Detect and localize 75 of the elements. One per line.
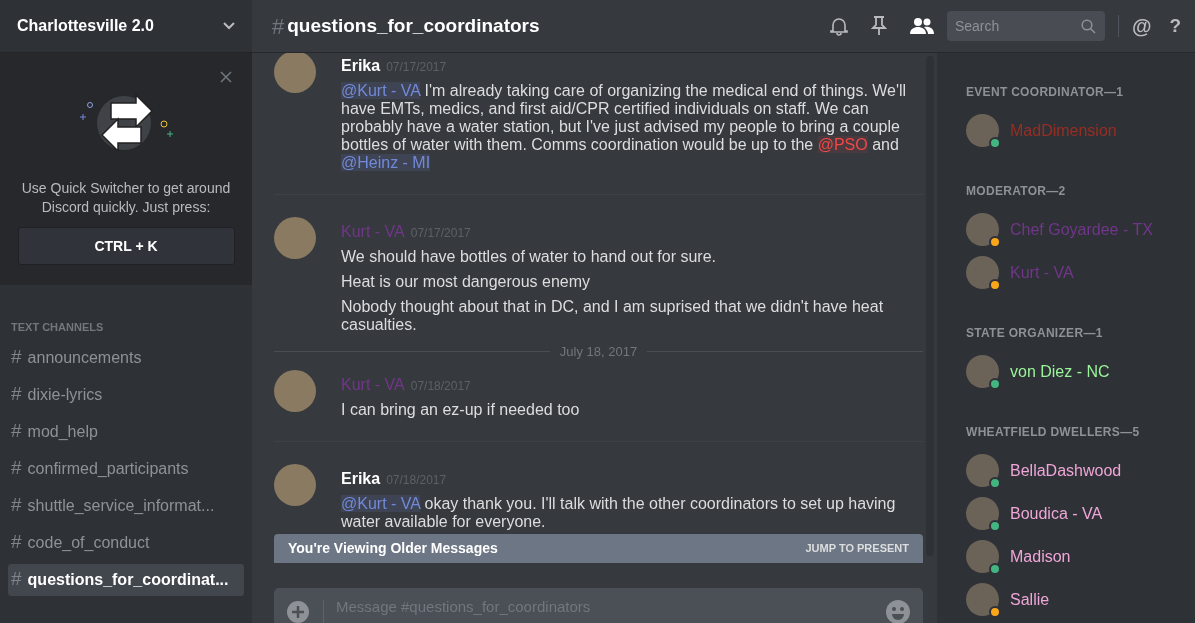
channel-name: confirmed_participants [27,458,189,479]
member-group-title: STATE ORGANIZER—1 [966,326,1104,340]
member-group-title: EVENT COORDINATOR—1 [966,85,1125,99]
server-name: Charlottesville 2.0 [17,16,154,36]
older-messages-bar[interactable]: You're Viewing Older Messages JUMP TO PRESENT [274,534,923,563]
member-item[interactable]: von Diez - NC [966,355,1195,388]
hash-symbol: # [11,419,22,444]
mention-link[interactable]: @Kurt - VA [341,82,421,99]
message-text: @Kurt - VA I'm already taking care of organizing the medical end of things. We'll have EMTs, medics, and first aid/CPR certified individuals on staff. We can probably have a water station, but I've just advised my people to bring a couple bottles of water with them. Comms coordination would be up to the @PSO and @Heinz - MI [341,82,908,172]
search-field[interactable]: Search [946,11,1105,41]
shortcut-key: CTRL + K [17,227,235,265]
channel-name: dixie-lyrics [27,384,103,405]
chevron-down-icon [223,22,235,30]
channel-item[interactable]: # code_of_conduct [8,526,244,559]
channel-title: questions_for_coordinators [287,13,541,38]
pin-icon[interactable] [870,16,887,36]
close-icon[interactable] [220,71,232,83]
quick-switcher-hint: Use Quick Switcher to get around Discord quickly. Just press: [20,179,232,217]
channel-item[interactable]: # announcements [8,341,244,374]
channel-item[interactable]: # shuttle_service_informat... [8,489,244,522]
member-group-title: WHEATFIELD DWELLERS—5 [966,425,1141,439]
search-icon [1080,19,1096,34]
mention-link[interactable]: @Heinz - MI [341,154,431,171]
member-name: von Diez - NC [1010,361,1110,382]
message-text: Heat is our most dangerous enemy [341,273,591,291]
hash-symbol: # [11,530,22,555]
message-text: We should have bottles of water to hand out for sure. [341,248,718,266]
channel-name: announcements [27,347,142,368]
member-item[interactable]: Sallie [966,583,1195,616]
channel-item[interactable]: # dixie-lyrics [8,378,244,411]
member-name: Kurt - VA [1010,262,1074,283]
avatar [274,53,316,93]
channel-item[interactable]: # mod_help [8,415,244,448]
member-group-title: MODERATOR—2 [966,184,1067,198]
member-item[interactable]: Madison [966,540,1195,573]
avatar [274,369,316,412]
author-name[interactable]: Erika [341,466,381,491]
hash-symbol: # [272,12,285,41]
member-name: Sallie [1010,589,1050,610]
channel-name: shuttle_service_informat... [27,495,215,516]
hash-symbol: # [11,456,22,481]
channel-category-label: TEXT CHANNELS [10,320,105,335]
hash-symbol: # [11,345,22,370]
member-name: Boudica - VA [1010,503,1103,524]
member-name: BellaDashwood [1010,460,1122,481]
avatar [274,217,316,259]
hash-symbol: # [11,567,22,592]
mention-link[interactable]: @Kurt - VA [341,494,421,512]
older-messages-text: You're Viewing Older Messages [288,539,498,558]
avatar [274,463,316,506]
member-item[interactable]: Boudica - VA [966,497,1195,530]
member-name: MadDimension [1010,120,1117,141]
member-name: Chef Goyardee - TX [1010,219,1153,240]
message-text: @Kurt - VA okay thank you. I'll talk with the other coordinators to set up having water available for everyone. [341,494,897,531]
bell-icon[interactable] [828,16,849,36]
channel-name: questions_for_coordinat... [27,569,229,590]
author-name[interactable]: Erika [341,54,381,78]
member-item[interactable]: BellaDashwood [966,454,1195,487]
member-name: Madison [1010,546,1071,567]
role-mention-link[interactable]: @PSO [817,136,868,153]
date-divider-label: July 18, 2017 [558,343,639,361]
message-text: I can bring an ez-up if needed too [341,400,581,419]
channel-item[interactable]: # questions_for_coordinat... [8,563,244,596]
jump-to-present-link[interactable]: JUMP TO PRESENT [805,540,909,557]
help-button[interactable]: ? [1169,11,1181,41]
mentions-button[interactable]: @ [1131,11,1152,41]
hash-symbol: # [11,382,22,407]
message-text: Nobody thought about that in DC, and I am suprised that we didn't have heat casualties. [341,298,885,334]
hash-symbol: # [11,493,22,518]
channel-name: code_of_conduct [27,532,150,553]
channel-item[interactable]: # confirmed_participants [8,452,244,485]
plus-icon[interactable] [286,600,310,623]
channel-name: mod_help [27,421,98,442]
members-icon[interactable] [908,17,935,35]
emoji-icon[interactable] [885,599,911,623]
